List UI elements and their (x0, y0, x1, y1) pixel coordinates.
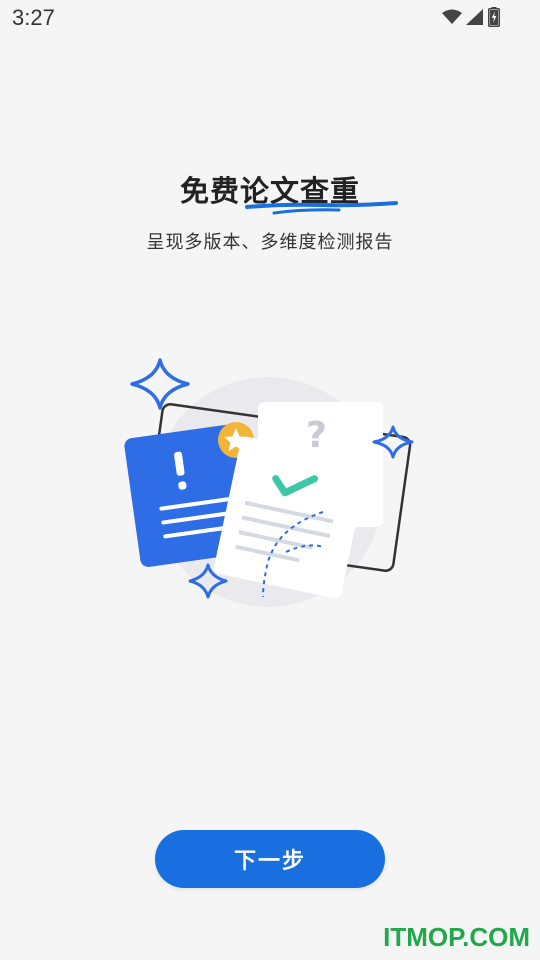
report-documents-illustration: ? (124, 358, 414, 607)
cellular-signal-icon (466, 9, 483, 25)
status-time: 3:27 (12, 5, 55, 30)
site-watermark: ITMOP.COM (383, 922, 530, 952)
wifi-icon (442, 9, 462, 24)
title-underline-brush (245, 201, 398, 215)
status-icons (442, 7, 500, 27)
next-button[interactable]: 下一步 (155, 830, 385, 888)
battery-charging-icon (488, 7, 500, 27)
status-bar: 3:27 (0, 0, 540, 40)
page-subtitle: 呈现多版本、多维度检测报告 (146, 232, 394, 253)
svg-text:?: ? (306, 415, 327, 456)
